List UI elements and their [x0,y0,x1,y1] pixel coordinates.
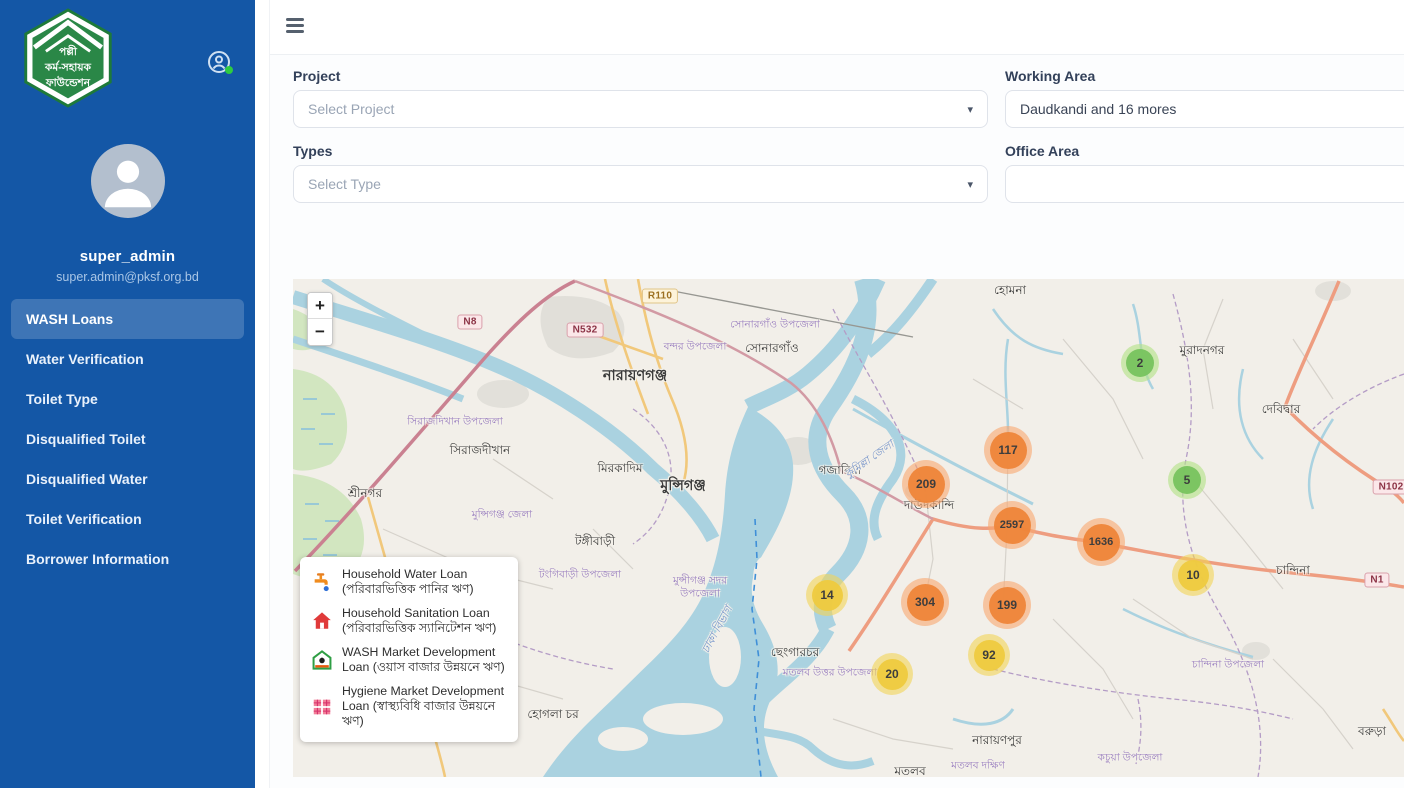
map-legend: Household Water Loan (পরিবারভিত্তিক পানি… [300,557,518,742]
office-area-input[interactable] [1020,176,1395,192]
legend-item-label: Hygiene Market Development Loan (স্বাস্থ… [342,684,508,729]
types-label: Types [293,143,332,159]
user-name: super_admin [0,248,255,265]
sidebar-item-disqualified-water[interactable]: Disqualified Water [0,459,255,499]
map-zoom-control: + − [307,292,333,346]
cluster-marker-117[interactable]: 117 [984,426,1032,474]
sidebar-menu: WASH LoansWater VerificationToilet TypeD… [0,299,255,579]
legend-item-1: Household Sanitation Loan (পরিবারভিত্তিক… [310,606,508,636]
sidebar-gutter [255,0,270,788]
chevron-down-icon: ▾ [967,103,973,116]
legend-item-2: WASH Market Development Loan (ওয়াস বাজা… [310,645,508,675]
sidebar-item-borrower-information[interactable]: Borrower Information [0,539,255,579]
logo-text-line2: কর্ম-সহায়ক [44,60,93,74]
cluster-count: 117 [990,432,1027,469]
cluster-count: 2 [1126,349,1154,377]
working-area-field [1005,90,1404,128]
sidebar-item-toilet-type[interactable]: Toilet Type [0,379,255,419]
types-select[interactable]: Select Type ▾ [293,165,988,203]
user-email: super.admin@pksf.org.bd [0,270,255,284]
cluster-marker-2597[interactable]: 2597 [988,501,1036,549]
chevron-down-icon: ▾ [967,178,973,191]
cluster-count: 304 [907,584,944,621]
cluster-marker-2[interactable]: 2 [1121,344,1159,382]
working-area-input[interactable] [1020,101,1395,117]
sidebar-item-water-verification[interactable]: Water Verification [0,339,255,379]
legend-item-0: Household Water Loan (পরিবারভিত্তিক পানি… [310,567,508,597]
topbar [270,0,1404,55]
cluster-marker-14[interactable]: 14 [806,574,848,616]
wash-market-icon [310,645,334,675]
project-label: Project [293,68,340,84]
cluster-marker-20[interactable]: 20 [871,653,913,695]
account-status-icon[interactable] [207,50,231,74]
project-select-placeholder: Select Project [308,101,967,117]
cluster-marker-304[interactable]: 304 [901,578,949,626]
sidebar: পল্লী কর্ম-সহায়ক ফাউন্ডেশন super_admin … [0,0,255,788]
avatar [91,144,165,218]
hamburger-menu-icon[interactable] [286,18,304,33]
cluster-count: 1636 [1083,524,1120,561]
office-area-field [1005,165,1404,203]
cluster-count: 5 [1173,466,1201,494]
main-content: Project Select Project ▾ Types Select Ty… [270,0,1404,788]
working-area-label: Working Area [1005,68,1095,84]
faucet-icon [310,567,334,597]
zoom-in-button[interactable]: + [308,293,332,319]
types-select-placeholder: Select Type [308,176,967,192]
cluster-marker-92[interactable]: 92 [968,634,1010,676]
map-canvas[interactable]: নারায়ণগঞ্জমুন্সিগঞ্জসোনারগাঁওহোমনামুরাদ… [293,279,1404,777]
cluster-count: 2597 [994,507,1031,544]
cluster-count: 10 [1178,560,1209,591]
legend-item-label: WASH Market Development Loan (ওয়াস বাজা… [342,645,508,675]
cluster-marker-209[interactable]: 209 [902,460,950,508]
hygiene-market-icon [310,684,334,729]
cluster-count: 92 [974,640,1005,671]
cluster-marker-1636[interactable]: 1636 [1077,518,1125,566]
house-icon [310,606,334,636]
zoom-out-button[interactable]: − [308,319,332,345]
sidebar-item-toilet-verification[interactable]: Toilet Verification [0,499,255,539]
project-select[interactable]: Select Project ▾ [293,90,988,128]
cluster-marker-5[interactable]: 5 [1168,461,1206,499]
pksf-logo: পল্লী কর্ম-সহায়ক ফাউন্ডেশন [20,8,116,108]
legend-item-label: Household Sanitation Loan (পরিবারভিত্তিক… [342,606,508,636]
cluster-count: 20 [877,659,908,690]
office-area-label: Office Area [1005,143,1079,159]
logo-text-line3: ফাউন্ডেশন [45,75,91,89]
sidebar-item-disqualified-toilet[interactable]: Disqualified Toilet [0,419,255,459]
cluster-marker-199[interactable]: 199 [983,581,1031,629]
sidebar-item-wash-loans[interactable]: WASH Loans [11,299,244,339]
legend-item-label: Household Water Loan (পরিবারভিত্তিক পানি… [342,567,508,597]
cluster-count: 14 [812,580,843,611]
legend-item-3: Hygiene Market Development Loan (স্বাস্থ… [310,684,508,729]
online-status-dot [225,66,233,74]
cluster-count: 199 [989,587,1026,624]
logo-text-line1: পল্লী [59,44,78,58]
cluster-marker-10[interactable]: 10 [1172,554,1214,596]
cluster-count: 209 [908,466,945,503]
